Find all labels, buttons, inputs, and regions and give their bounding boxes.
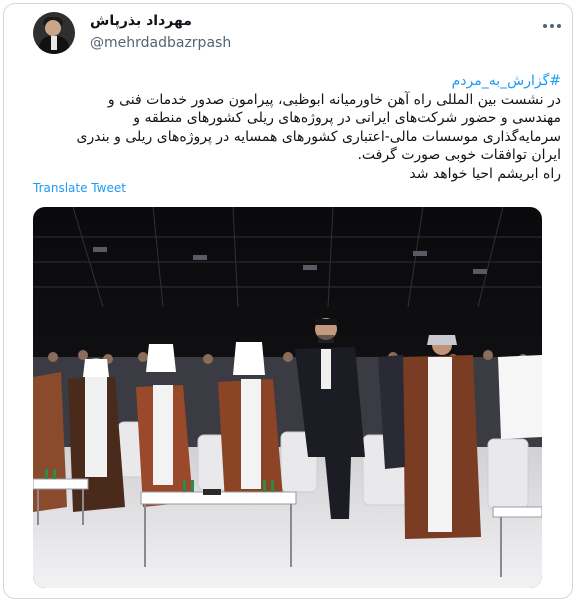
- author-display-name[interactable]: مهرداد بذرپاش: [90, 13, 192, 29]
- hashtag-link[interactable]: #گزارش_به_مردم: [33, 72, 561, 91]
- tweet-text-line: در نشست بین المللی راه آهن خاورمیانه ابو…: [107, 91, 561, 108]
- tweet-text: #گزارش_به_مردم در نشست بین المللی راه آه…: [33, 72, 562, 183]
- tweet-text-line: ایران توافقات خوبی صورت گرفت.: [357, 147, 561, 163]
- tweet-photo[interactable]: [33, 207, 542, 588]
- avatar[interactable]: [33, 12, 75, 54]
- author-handle[interactable]: @mehrdadbazrpash: [90, 35, 231, 51]
- translate-tweet-link[interactable]: Translate Tweet: [33, 181, 126, 195]
- tweet-text-line: مهندسی و حضور شرکت‌های ایرانی در پروژه‌ه…: [133, 110, 561, 126]
- tweet-text-line: سرمایه‌گذاری موسسات مالی-اعتباری کشورهای…: [76, 128, 562, 145]
- more-options-icon[interactable]: [540, 14, 564, 38]
